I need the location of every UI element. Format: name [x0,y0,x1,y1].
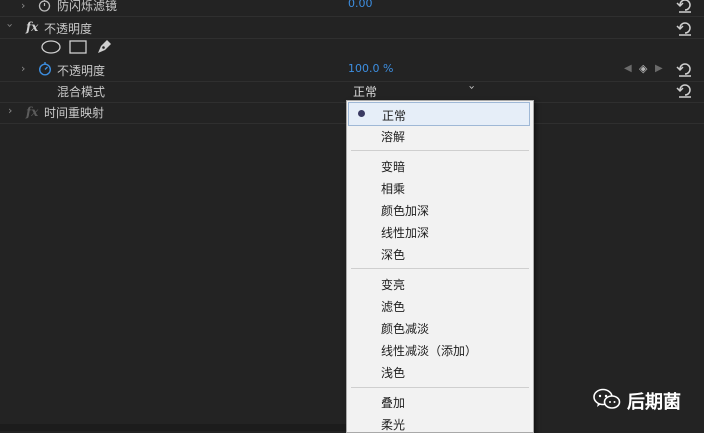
opacity-label: 不透明度 [57,64,106,78]
chevron-down-icon[interactable]: › [4,23,17,27]
chevron-right-icon[interactable]: › [8,104,12,117]
menu-item-normal[interactable]: 正常 [348,102,530,126]
antiflicker-label: 防闪烁滤镜 [57,0,118,13]
reset-icon[interactable] [676,0,694,16]
menu-separator [351,268,529,269]
ellipse-mask-icon[interactable] [41,40,61,54]
menu-item-linear-burn[interactable]: 线性加深 [348,220,530,242]
menu-separator [351,387,529,388]
blend-mode-menu: 正常 溶解 变暗 相乘 颜色加深 线性加深 深色 变亮 滤色 颜色减淡 线性减淡… [346,100,534,433]
rectangle-mask-icon[interactable] [69,40,87,54]
menu-item-screen[interactable]: 滤色 [348,294,530,316]
menu-item-dissolve[interactable]: 溶解 [348,124,530,146]
watermark-text: 后期菌 [627,392,681,413]
chevron-right-icon[interactable]: › [21,62,25,75]
menu-item-lighten[interactable]: 变亮 [348,272,530,294]
timeline-strip [0,424,346,431]
menu-item-overlay[interactable]: 叠加 [348,390,530,412]
selected-bullet-icon [358,110,365,117]
opacity-value[interactable]: 100.0 % [348,62,393,75]
stopwatch-icon[interactable] [38,0,51,12]
menu-separator [351,150,529,151]
mask-tools [0,36,704,60]
time-remap-label: 时间重映射 [44,106,105,120]
blend-mode-dropdown[interactable]: 正常 › [346,80,485,100]
menu-item-darken[interactable]: 变暗 [348,154,530,176]
keyframe-next-icon[interactable]: ▶ [655,63,663,74]
menu-item-soft-light[interactable]: 柔光 [348,412,530,432]
opacity-effect-label: 不透明度 [44,22,93,36]
fx-toggle-icon[interactable]: fx [26,105,38,119]
stopwatch-icon[interactable] [38,61,52,76]
menu-item-linear-dodge[interactable]: 线性减淡（添加） [348,338,530,360]
reset-icon[interactable] [676,81,694,101]
menu-item-color-burn[interactable]: 颜色加深 [348,198,530,220]
menu-item-color-dodge[interactable]: 颜色减淡 [348,316,530,338]
opacity-row: › 不透明度 100.0 % ◀ ◈ ▶ [0,59,704,82]
fx-toggle-icon[interactable]: fx [26,20,38,34]
menu-item-darker-color[interactable]: 深色 [348,242,530,264]
menu-item-multiply[interactable]: 相乘 [348,176,530,198]
chevron-right-icon[interactable]: › [21,0,25,12]
wechat-icon [593,388,621,409]
blend-mode-label: 混合模式 [57,85,106,99]
pen-mask-icon[interactable] [96,38,113,55]
antiflicker-value[interactable]: 0.00 [348,0,373,10]
keyframe-prev-icon[interactable]: ◀ [624,63,632,74]
chevron-down-icon: › [465,85,479,90]
antiflicker-row: › 防闪烁滤镜 0.00 [0,0,704,17]
menu-item-lighter-color[interactable]: 浅色 [348,360,530,382]
keyframe-add-icon[interactable]: ◈ [639,62,647,75]
blend-mode-dropdown-value: 正常 [353,85,378,99]
reset-icon[interactable] [676,60,694,80]
